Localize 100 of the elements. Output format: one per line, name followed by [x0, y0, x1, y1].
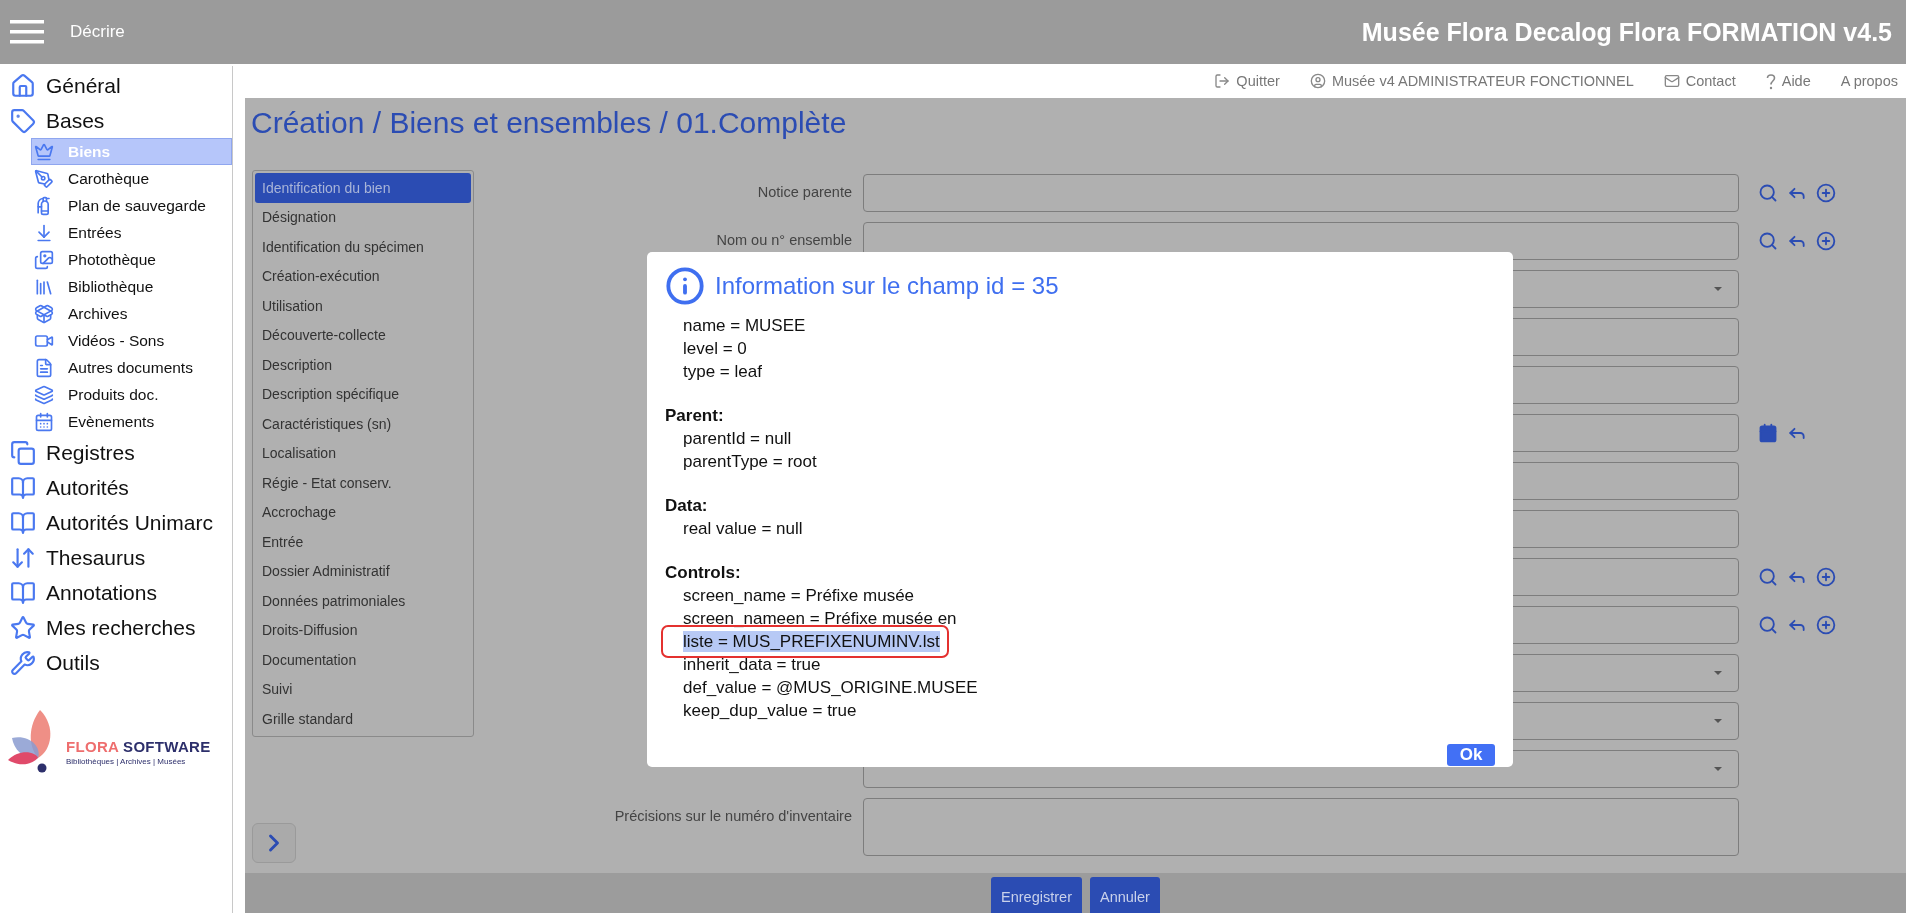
section-item[interactable]: Identification du bien — [255, 173, 471, 203]
nav-item[interactable]: Thesaurus — [0, 540, 232, 575]
group-heading: Parent: — [665, 405, 725, 427]
group-heading: Data: — [665, 495, 709, 517]
search-icon[interactable] — [1758, 567, 1778, 587]
nav-item[interactable]: Général — [0, 68, 232, 103]
info-line: parentType = root — [683, 451, 817, 472]
input-field[interactable] — [863, 798, 1739, 856]
download-icon — [34, 222, 54, 243]
user-icon — [1309, 73, 1326, 89]
nav-subitem[interactable]: Autres documents — [31, 354, 232, 381]
nav-subitem[interactable]: Evènements — [31, 408, 232, 435]
nav-item[interactable]: Mes recherches — [0, 610, 232, 645]
search-icon[interactable] — [1758, 231, 1778, 251]
section-item[interactable]: Identification du spécimen — [255, 232, 471, 262]
footer-button[interactable]: Annuler — [1089, 877, 1160, 913]
images-icon — [34, 249, 54, 270]
field-label: Précisions sur le numéro d'inventaire — [613, 807, 852, 824]
logout-icon — [1214, 73, 1231, 89]
footer-button[interactable]: Enregistrer — [991, 877, 1082, 913]
nav-subitem[interactable]: Carothèque — [31, 165, 232, 192]
section-item[interactable]: Entrée — [255, 527, 471, 557]
section-item[interactable]: Dossier Administratif — [255, 556, 471, 586]
section-item[interactable]: Caractéristiques (sn) — [255, 409, 471, 439]
ok-button[interactable]: Ok — [1447, 744, 1495, 766]
nav-subitem[interactable]: Vidéos - Sons — [31, 327, 232, 354]
search-icon[interactable] — [1758, 183, 1778, 203]
top-link[interactable]: A propos — [1840, 73, 1898, 89]
document-icon — [34, 357, 54, 378]
nav-item[interactable]: Registres — [0, 435, 232, 470]
group-heading: Controls: — [665, 562, 742, 584]
nav-subitem[interactable]: Produits doc. — [31, 381, 232, 408]
section-item[interactable]: Utilisation — [255, 291, 471, 321]
nav-subitem[interactable]: Photothèque — [31, 246, 232, 273]
top-link[interactable]: Aide — [1765, 72, 1811, 90]
section-item[interactable]: Grille standard — [255, 704, 471, 734]
nav-item[interactable]: Autorités — [0, 470, 232, 505]
top-link[interactable]: Contact — [1663, 73, 1736, 89]
info-line: screen_name = Préfixe musée — [683, 585, 915, 606]
nav-item[interactable]: Bases — [0, 103, 232, 138]
field-label: Notice parente — [756, 183, 852, 200]
house-icon — [10, 72, 36, 99]
book-icon — [10, 579, 36, 606]
section-item[interactable]: Documentation — [255, 645, 471, 675]
box-icon — [34, 303, 54, 324]
mail-icon — [1663, 73, 1680, 89]
info-line: real value = null — [683, 518, 803, 539]
book-icon — [10, 474, 36, 501]
help-icon — [1765, 72, 1776, 90]
add-icon[interactable] — [1816, 231, 1836, 251]
tag-icon — [10, 107, 36, 134]
section-item[interactable]: Droits-Diffusion — [255, 615, 471, 645]
nav-item[interactable]: Outils — [0, 645, 232, 680]
top-link[interactable]: Quitter — [1214, 73, 1280, 89]
field-label: Nom ou n° ensemble — [715, 231, 852, 248]
info-line: name = MUSEE — [683, 315, 806, 336]
header-section: Décrire — [70, 22, 125, 42]
add-icon[interactable] — [1816, 183, 1836, 203]
book-icon — [10, 509, 36, 536]
wrench-icon — [10, 649, 36, 676]
app-title: Musée Flora Decalog Flora FORMATION v4.5 — [1361, 17, 1892, 47]
nav-subitem[interactable]: Bibliothèque — [31, 273, 232, 300]
copies-icon — [10, 439, 36, 466]
page-title: Création / Biens et ensembles / 01.Complète — [250, 105, 848, 141]
section-item[interactable]: Description spécifique — [255, 379, 471, 409]
brand-tagline: Bibliothèques | Archives | Musées — [66, 757, 187, 766]
info-line: inherit_data = true — [683, 654, 821, 675]
section-item[interactable]: Découverte-collecte — [255, 320, 471, 350]
pen-icon — [34, 168, 54, 189]
brand-name: FLORA SOFTWARE — [66, 738, 211, 755]
nav-item[interactable]: Autorités Unimarc — [0, 505, 232, 540]
section-item[interactable]: Régie - Etat conserv. — [255, 468, 471, 498]
info-icon — [665, 266, 705, 306]
search-icon[interactable] — [1758, 615, 1778, 635]
section-item[interactable]: Création-exécution — [255, 261, 471, 291]
nav-subitem[interactable]: Archives — [31, 300, 232, 327]
nav-item[interactable]: Annotations — [0, 575, 232, 610]
top-link[interactable]: Musée v4 ADMINISTRATEUR FONCTIONNEL — [1309, 73, 1634, 89]
layers-icon — [34, 384, 54, 405]
info-line: parentId = null — [683, 428, 792, 449]
crown-icon — [34, 141, 54, 162]
section-item[interactable]: Suivi — [255, 674, 471, 704]
section-item[interactable]: Description — [255, 350, 471, 380]
star-icon — [10, 614, 36, 641]
calendar-icon[interactable] — [1758, 423, 1778, 443]
info-line: type = leaf — [683, 361, 762, 382]
info-line: level = 0 — [683, 338, 747, 359]
expand-button[interactable] — [252, 823, 296, 863]
info-line: def_value = @MUS_ORIGINE.MUSEE — [683, 677, 978, 698]
section-item[interactable]: Accrochage — [255, 497, 471, 527]
add-icon[interactable] — [1816, 567, 1836, 587]
input-field[interactable] — [863, 174, 1739, 212]
section-item[interactable]: Localisation — [255, 438, 471, 468]
section-item[interactable]: Données patrimoniales — [255, 586, 471, 616]
nav-subitem[interactable]: Entrées — [31, 219, 232, 246]
add-icon[interactable] — [1816, 615, 1836, 635]
info-line: screen_nameen = Préfixe musée en — [683, 608, 957, 629]
section-item[interactable]: Désignation — [255, 202, 471, 232]
menu-icon[interactable] — [10, 19, 44, 45]
nav-subitem[interactable]: Plan de sauvegarde — [31, 192, 232, 219]
